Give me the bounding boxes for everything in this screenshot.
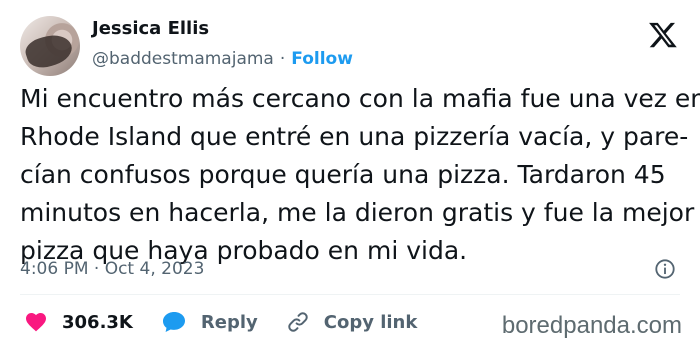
action-bar: 306.3K Reply Copy link	[24, 308, 445, 336]
reply-bubble-icon	[162, 312, 185, 332]
author-handle-row: @baddestmamajama · Follow	[92, 49, 353, 69]
divider	[20, 294, 680, 295]
tweet-line: Rhode Island que entré en una pizzería v…	[20, 122, 689, 151]
link-icon	[288, 312, 308, 332]
heart-icon	[26, 313, 46, 332]
tweet-text: Mi encuentro más cercano con la mafia fu…	[20, 80, 700, 270]
author-handle[interactable]: @baddestmamajama	[92, 49, 274, 69]
tweet-line: cían confusos porque quería una pizza. T…	[20, 160, 666, 189]
copy-link-label: Copy link	[323, 311, 418, 333]
tweet-line: Mi encuentro más cercano con la mafia fu…	[20, 84, 700, 113]
author-name[interactable]: Jessica Ellis	[92, 18, 209, 39]
avatar[interactable]	[20, 16, 80, 76]
x-logo-icon[interactable]	[648, 20, 678, 50]
like-button[interactable]: 306.3K	[24, 310, 133, 334]
likes-count: 306.3K	[62, 311, 133, 333]
tweet-timestamp[interactable]: 4:06 PM · Oct 4, 2023	[20, 259, 204, 279]
follow-button[interactable]: Follow	[291, 49, 353, 69]
info-icon[interactable]	[654, 258, 676, 280]
avatar-photo	[22, 29, 76, 73]
reply-label: Reply	[200, 311, 258, 333]
reply-button[interactable]: Reply	[161, 310, 258, 334]
watermark: boredpanda.com	[501, 312, 682, 339]
copy-link-button[interactable]: Copy link	[286, 310, 418, 334]
tweet-line: minutos en hacerla, me la dieron gratis …	[20, 198, 695, 227]
separator: ·	[279, 49, 286, 69]
